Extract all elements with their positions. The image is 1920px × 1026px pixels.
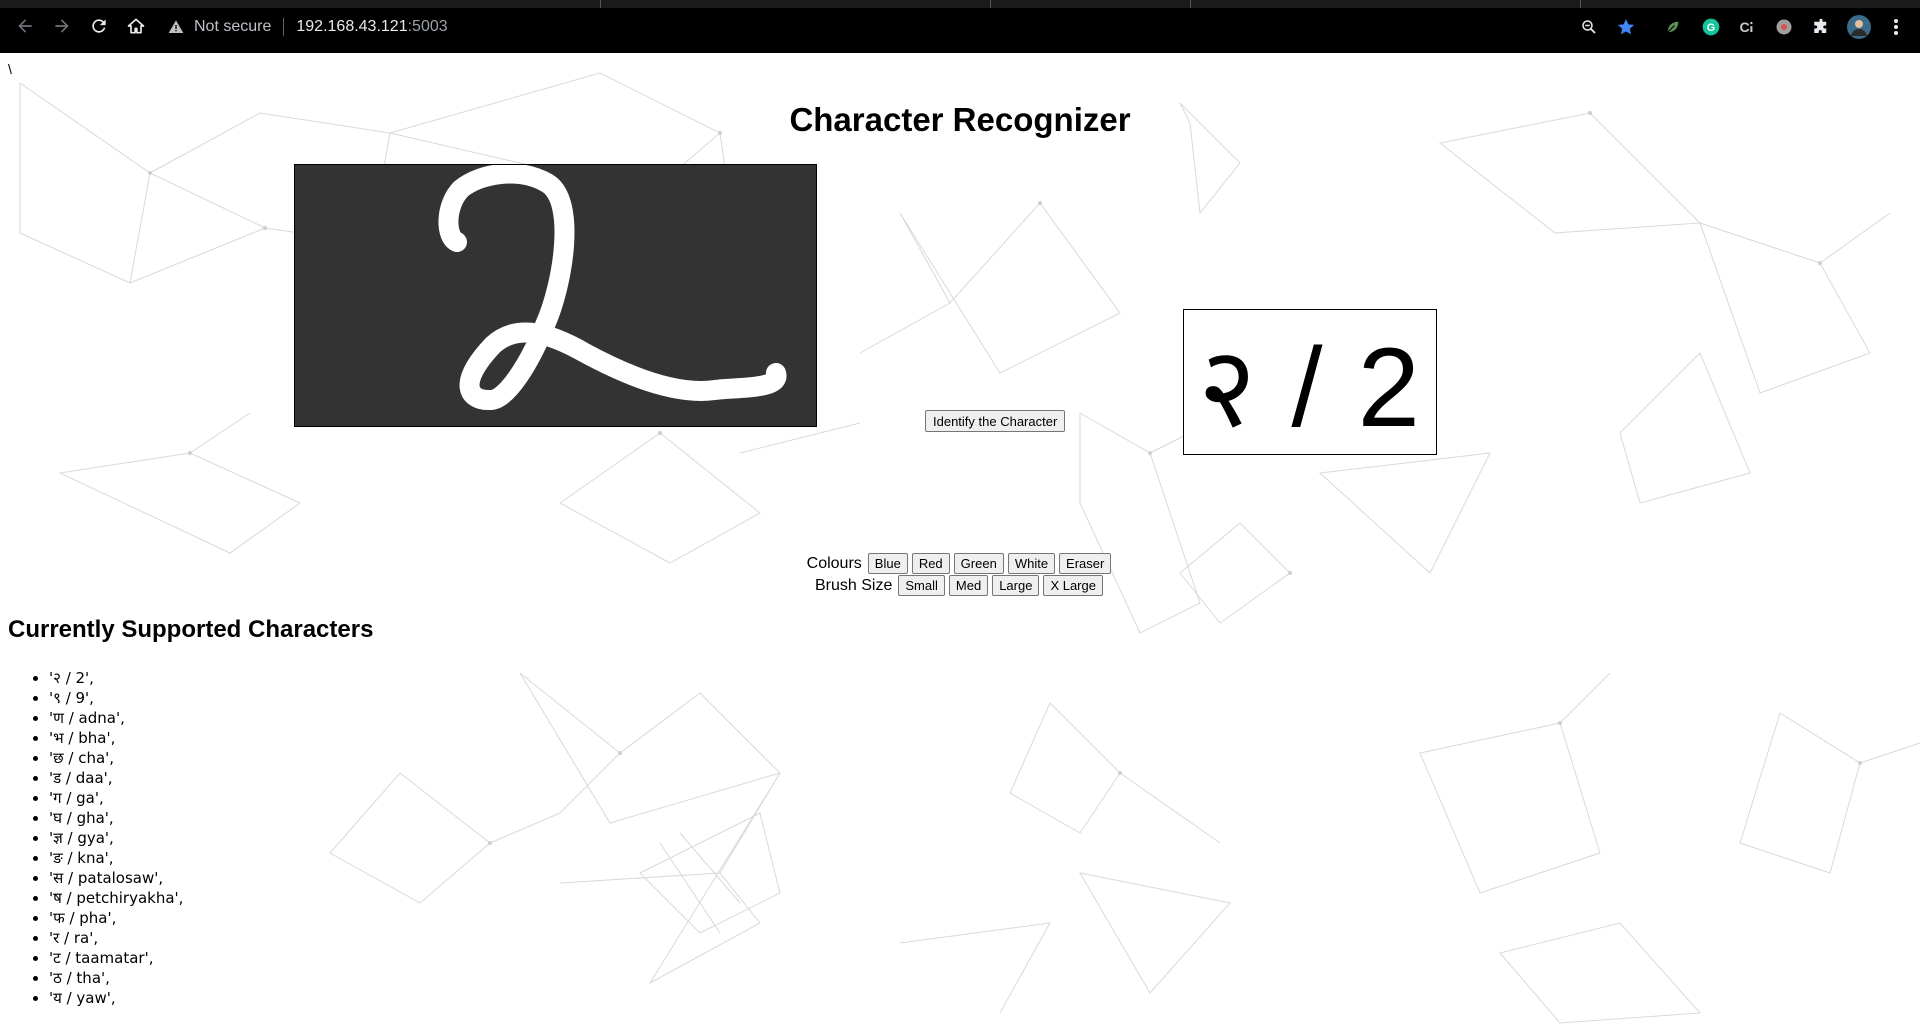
extension-c-icon[interactable]: C <box>1737 17 1757 37</box>
warning-icon[interactable] <box>168 18 186 36</box>
colour-red-button[interactable]: Red <box>911 553 950 574</box>
supported-characters-list: '२ / 2', '९ / 9', 'ण / adna', 'भ / bha',… <box>0 668 183 1008</box>
forward-icon[interactable] <box>50 14 74 38</box>
list-item: 'स / patalosaw', <box>49 868 183 888</box>
brush-size-label: Brush Size <box>815 576 893 594</box>
brush-large-button[interactable]: Large <box>992 575 1040 596</box>
prediction-result: २ / 2 <box>1183 309 1437 455</box>
eraser-button[interactable]: Eraser <box>1059 553 1112 574</box>
address-bar[interactable]: Not secure 192.168.43.121:5003 <box>168 14 1568 40</box>
url-host[interactable]: 192.168.43.121 <box>296 18 407 36</box>
list-item: '२ / 2', <box>49 668 183 688</box>
list-item: 'ट / taamatar', <box>49 948 183 968</box>
stray-backslash: \ <box>8 61 12 77</box>
brush-size-controls: Brush Size Small Med Large X Large <box>0 575 1920 596</box>
svg-text:C: C <box>1740 20 1750 36</box>
zoom-icon[interactable] <box>1579 17 1599 37</box>
profile-avatar-icon[interactable] <box>1847 15 1871 39</box>
extension-leaf-icon[interactable] <box>1663 17 1683 37</box>
list-item: 'ण / adna', <box>49 708 183 728</box>
extensions-puzzle-icon[interactable] <box>1811 17 1831 37</box>
reload-icon[interactable] <box>87 14 111 38</box>
page-viewport: \ Character Recognizer Identify the Char… <box>0 53 1920 1026</box>
list-item: 'ठ / tha', <box>49 968 183 988</box>
list-item: 'ड / daa', <box>49 768 183 788</box>
handwritten-stroke <box>438 163 787 410</box>
extension-record-icon[interactable] <box>1774 17 1794 37</box>
browser-toolbar: Not secure 192.168.43.121:5003 G C <box>0 0 1920 53</box>
list-item: 'य / yaw', <box>49 988 183 1008</box>
page-title: Character Recognizer <box>789 101 1131 138</box>
colour-white-button[interactable]: White <box>1007 553 1056 574</box>
back-icon[interactable] <box>13 14 37 38</box>
url-port[interactable]: :5003 <box>408 18 448 36</box>
brush-med-button[interactable]: Med <box>948 575 989 596</box>
grammarly-icon[interactable]: G <box>1701 17 1721 37</box>
list-item: '९ / 9', <box>49 688 183 708</box>
brush-xlarge-button[interactable]: X Large <box>1043 575 1103 596</box>
drawing-canvas[interactable] <box>294 163 817 427</box>
colour-green-button[interactable]: Green <box>953 553 1004 574</box>
list-item: 'ग / ga', <box>49 788 183 808</box>
list-item: 'छ / cha', <box>49 748 183 768</box>
bookmark-star-icon[interactable] <box>1616 17 1636 37</box>
supported-characters-heading: Currently Supported Characters <box>8 616 374 643</box>
svg-text:G: G <box>1707 22 1715 34</box>
list-item: 'भ / bha', <box>49 728 183 748</box>
list-item: 'ङ / kna', <box>49 848 183 868</box>
home-icon[interactable] <box>124 14 148 38</box>
colours-controls: Colours Blue Red Green White Eraser <box>0 553 1920 574</box>
list-item: 'घ / gha', <box>49 808 183 828</box>
network-background <box>19 72 1920 1024</box>
brush-small-button[interactable]: Small <box>898 575 945 596</box>
omnibox-divider <box>283 18 285 36</box>
identify-button[interactable]: Identify the Character <box>925 410 1066 432</box>
colour-blue-button[interactable]: Blue <box>867 553 908 574</box>
list-item: 'र / ra', <box>49 928 183 948</box>
list-item: 'फ / pha', <box>49 908 183 928</box>
menu-kebab-icon[interactable] <box>1886 17 1906 37</box>
security-label[interactable]: Not secure <box>194 18 271 36</box>
colours-label: Colours <box>806 554 862 572</box>
list-item: 'ष / petchiryakha', <box>49 888 183 908</box>
tab-strip <box>0 0 1920 8</box>
list-item: 'ज्ञ / gya', <box>49 828 183 848</box>
